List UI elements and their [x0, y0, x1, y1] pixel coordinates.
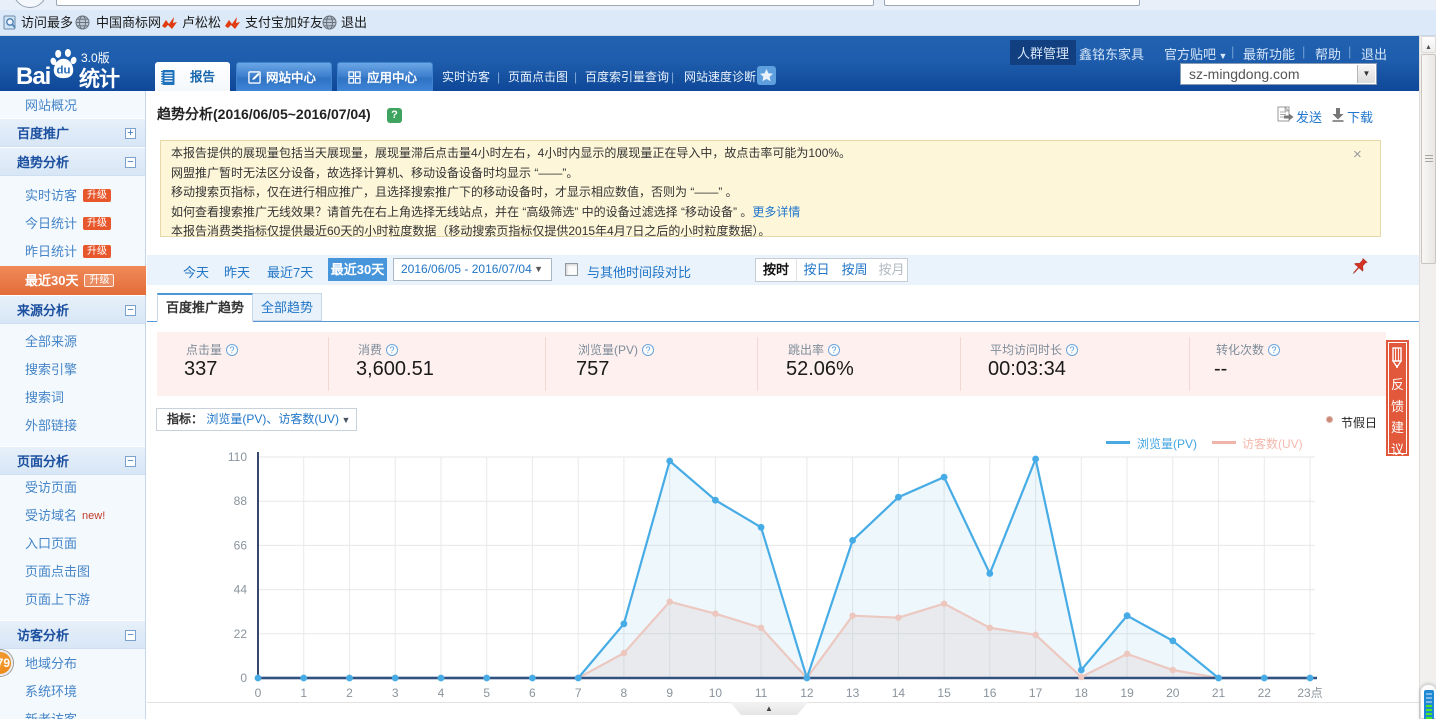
- svg-text:10: 10: [709, 686, 723, 700]
- svg-text:66: 66: [234, 538, 248, 552]
- svg-text:13: 13: [846, 686, 860, 700]
- svg-text:3: 3: [392, 686, 399, 700]
- svg-text:88: 88: [234, 494, 248, 508]
- svg-text:20: 20: [1166, 686, 1180, 700]
- svg-text:12: 12: [800, 686, 814, 700]
- svg-text:23点: 23点: [1297, 686, 1322, 700]
- svg-text:19: 19: [1120, 686, 1134, 700]
- svg-text:22: 22: [1258, 686, 1272, 700]
- svg-text:16: 16: [983, 686, 997, 700]
- svg-text:15: 15: [937, 686, 951, 700]
- svg-text:44: 44: [234, 583, 248, 597]
- svg-text:2: 2: [346, 686, 353, 700]
- svg-text:8: 8: [621, 686, 628, 700]
- svg-text:0: 0: [240, 671, 247, 685]
- svg-text:11: 11: [755, 686, 768, 700]
- svg-text:110: 110: [228, 450, 247, 464]
- svg-text:7: 7: [575, 686, 582, 700]
- svg-text:5: 5: [483, 686, 490, 700]
- svg-text:21: 21: [1212, 686, 1226, 700]
- svg-text:17: 17: [1029, 686, 1043, 700]
- svg-text:9: 9: [666, 686, 673, 700]
- svg-text:4: 4: [438, 686, 445, 700]
- svg-text:22: 22: [234, 627, 248, 641]
- svg-text:1: 1: [300, 686, 307, 700]
- svg-text:18: 18: [1075, 686, 1089, 700]
- svg-text:6: 6: [529, 686, 536, 700]
- svg-text:du: du: [56, 65, 70, 77]
- svg-text:0: 0: [255, 686, 262, 700]
- svg-text:14: 14: [892, 686, 906, 700]
